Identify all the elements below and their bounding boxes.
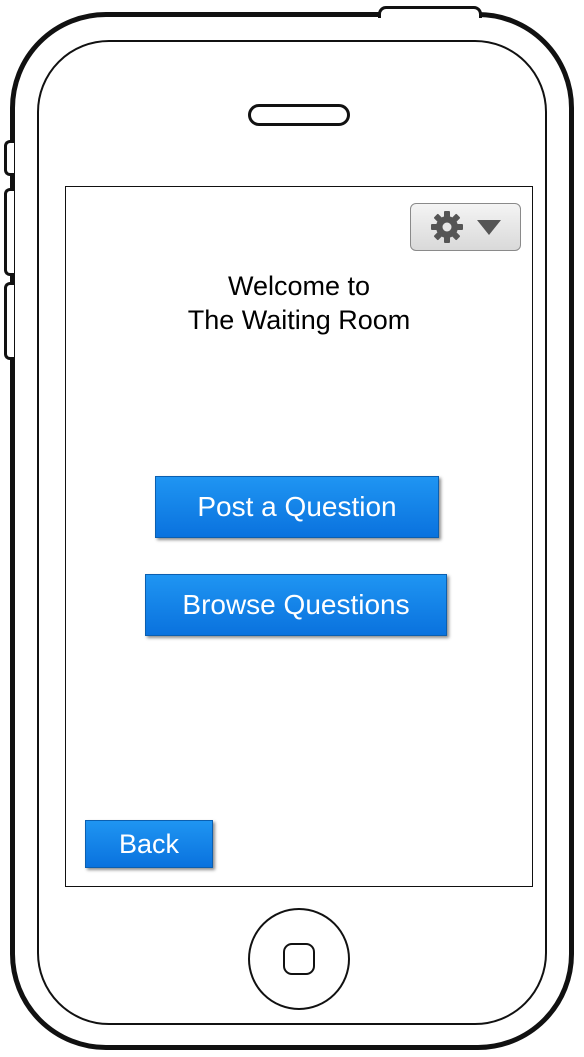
post-question-button[interactable]: Post a Question — [155, 476, 439, 538]
chevron-down-icon — [476, 218, 502, 236]
mute-switch — [4, 140, 14, 176]
welcome-line-1: Welcome to — [227, 271, 371, 301]
settings-dropdown-button[interactable] — [410, 203, 521, 251]
volume-up-button — [4, 188, 14, 276]
earpiece-speaker — [248, 104, 350, 126]
welcome-heading: Welcome to The Waiting Room — [66, 269, 532, 337]
browse-questions-button[interactable]: Browse Questions — [145, 574, 447, 636]
power-button — [378, 6, 482, 18]
home-button-icon — [283, 943, 315, 975]
welcome-line-2: The Waiting Room — [187, 305, 411, 335]
volume-down-button — [4, 282, 14, 360]
app-screen: Welcome to The Waiting Room Post a Quest… — [65, 186, 533, 887]
home-button[interactable] — [248, 908, 350, 1010]
gear-icon — [430, 210, 464, 244]
back-button[interactable]: Back — [85, 820, 213, 868]
